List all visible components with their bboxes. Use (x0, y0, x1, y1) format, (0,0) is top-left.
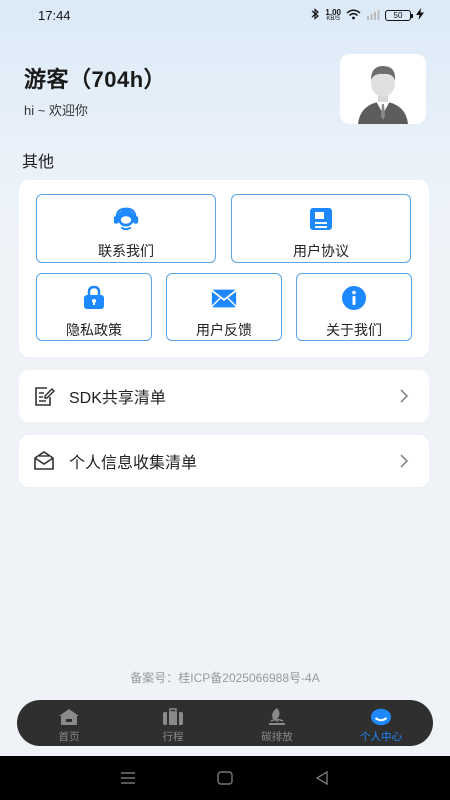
tab-label: 碳排放 (261, 731, 293, 743)
system-navigation-bar (0, 756, 450, 800)
bottom-tab-bar: 首页 行程 碳排放 个人中心 (17, 700, 433, 746)
menu-icon[interactable] (113, 763, 143, 793)
battery-icon: 50 (385, 10, 413, 21)
tile-contact-us[interactable]: 联系我们 (36, 194, 216, 263)
home-button-icon[interactable] (210, 763, 240, 793)
document-icon (307, 205, 335, 233)
home-icon (58, 707, 80, 727)
back-icon[interactable] (307, 763, 337, 793)
tab-home[interactable]: 首页 (17, 700, 121, 746)
icp-record: 备案号：桂ICP备2025066988号-4A (130, 671, 320, 685)
avatar[interactable] (340, 54, 426, 124)
info-icon (340, 284, 368, 312)
tile-user-feedback[interactable]: 用户反馈 (166, 273, 282, 341)
tab-label: 首页 (58, 731, 80, 743)
list-item-sdk-share[interactable]: SDK共享清单 (19, 370, 429, 422)
shortcuts-card: 联系我们 用户协议 隐私政策 用户反馈 关于我们 (19, 180, 429, 357)
user-name: 游客（704h） (24, 67, 167, 92)
tile-label: 用户反馈 (196, 322, 252, 338)
network-speed-value: 1.00 (325, 7, 341, 17)
clipboard-edit-icon (33, 385, 55, 407)
tile-label: 隐私政策 (66, 322, 122, 338)
network-speed-unit: KB/S (326, 15, 341, 22)
tile-about-us[interactable]: 关于我们 (296, 273, 412, 341)
tile-user-agreement[interactable]: 用户协议 (231, 194, 411, 263)
row-label: SDK共享清单 (69, 390, 166, 407)
tab-label: 个人中心 (360, 731, 402, 743)
greeting-text: hi ~ 欢迎你 (24, 103, 88, 118)
status-time: 17:44 (38, 8, 71, 23)
avatar-person-icon (340, 54, 426, 124)
status-icons: 1.00 KB/S 50 (311, 8, 424, 23)
tile-label: 用户协议 (293, 243, 349, 259)
network-speed: 1.00 KB/S (325, 7, 341, 23)
wifi-icon (346, 9, 361, 23)
signal-icon (366, 9, 380, 23)
chevron-right-icon (397, 454, 411, 468)
charging-icon (416, 8, 424, 23)
lock-icon (80, 284, 108, 312)
section-title: 其他 (22, 154, 55, 171)
tile-label: 联系我们 (98, 243, 154, 259)
list-item-personal-info[interactable]: 个人信息收集清单 (19, 435, 429, 487)
envelope-open-icon (33, 450, 55, 472)
tile-label: 关于我们 (326, 322, 382, 338)
leaf-icon (266, 707, 288, 727)
profile-icon (370, 707, 392, 727)
tab-profile[interactable]: 个人中心 (329, 700, 433, 746)
row-label: 个人信息收集清单 (69, 455, 198, 472)
bluetooth-icon (311, 8, 320, 23)
status-bar: 17:44 1.00 KB/S 50 (0, 0, 450, 32)
tab-carbon[interactable]: 碳排放 (225, 700, 329, 746)
luggage-icon (162, 707, 184, 727)
chevron-right-icon (397, 389, 411, 403)
tab-label: 行程 (162, 731, 184, 743)
customer-service-icon (112, 205, 140, 233)
mail-icon (210, 284, 238, 312)
tab-trip[interactable]: 行程 (121, 700, 225, 746)
tile-privacy-policy[interactable]: 隐私政策 (36, 273, 152, 341)
